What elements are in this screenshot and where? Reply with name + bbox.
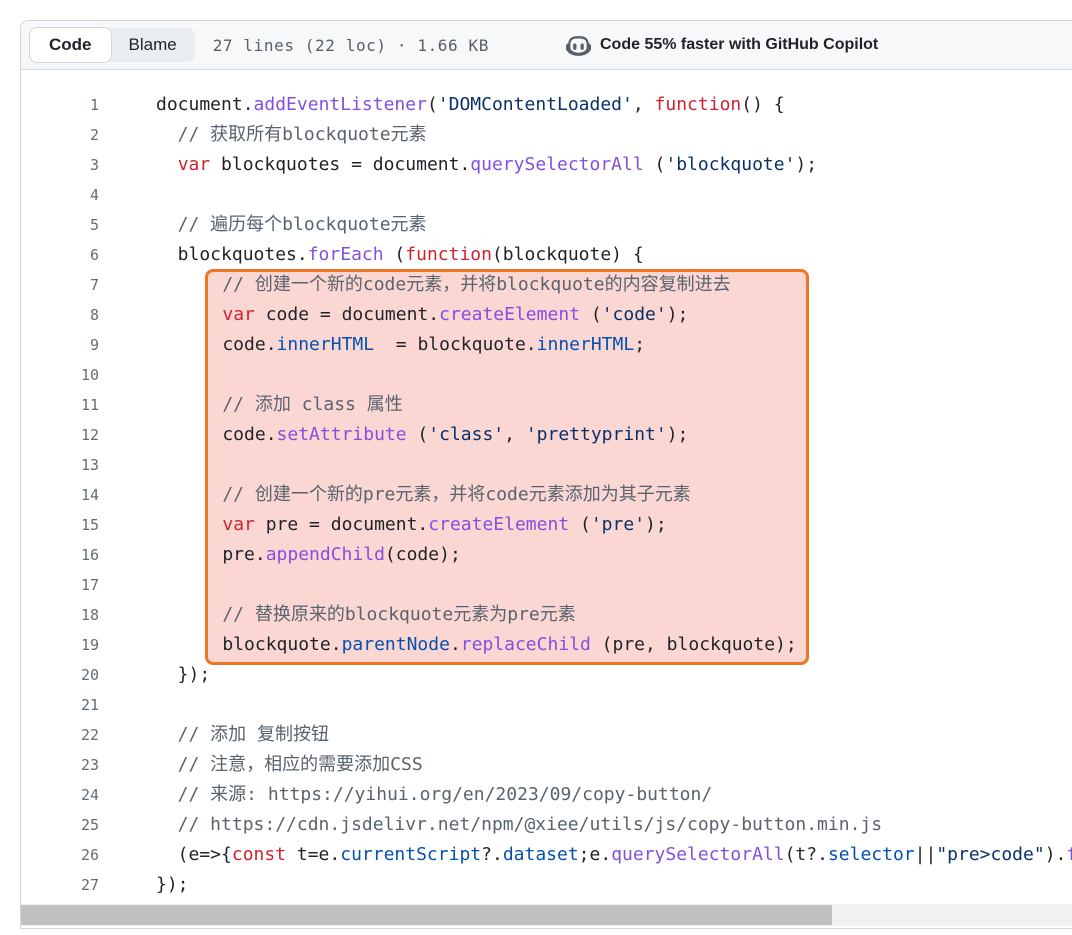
- code-text: var code = document.createElement ('code…: [99, 300, 688, 330]
- code-text: code.setAttribute ('class', 'prettyprint…: [99, 420, 688, 450]
- file-stats: 27 lines (22 loc) · 1.66 KB: [213, 36, 489, 55]
- copilot-banner[interactable]: Code 55% faster with GitHub Copilot: [566, 21, 878, 69]
- code-text: blockquote.parentNode.replaceChild (pre,…: [99, 630, 797, 660]
- code-text: // https://cdn.jsdelivr.net/npm/@xiee/ut…: [99, 810, 882, 840]
- line-number[interactable]: 2: [21, 120, 99, 150]
- code-line: 20 });: [21, 660, 1072, 690]
- code-lines: 1document.addEventListener('DOMContentLo…: [21, 70, 1072, 900]
- code-text: [99, 180, 156, 210]
- line-number[interactable]: 18: [21, 600, 99, 630]
- line-number[interactable]: 23: [21, 750, 99, 780]
- code-line: 4: [21, 180, 1072, 210]
- code-text: // 添加 复制按钮: [99, 720, 329, 750]
- tab-code[interactable]: Code: [29, 27, 112, 63]
- scrollbar-thumb[interactable]: [21, 905, 832, 925]
- code-text: });: [99, 870, 189, 900]
- tab-blame[interactable]: Blame: [111, 28, 195, 62]
- line-number[interactable]: 9: [21, 330, 99, 360]
- code-text: // 注意，相应的需要添加CSS: [99, 750, 423, 780]
- code-line: 21: [21, 690, 1072, 720]
- code-text: (e=>{const t=e.currentScript?.dataset;e.…: [99, 840, 1072, 870]
- code-text: code.innerHTML = blockquote.innerHTML;: [99, 330, 645, 360]
- code-line: 2 // 获取所有blockquote元素: [21, 120, 1072, 150]
- code-line: 15 var pre = document.createElement ('pr…: [21, 510, 1072, 540]
- code-blame-switcher: Code Blame: [30, 28, 195, 62]
- code-text: [99, 450, 179, 480]
- code-text: blockquotes.forEach (function(blockquote…: [99, 240, 644, 270]
- line-number[interactable]: 6: [21, 240, 99, 270]
- code-line: 25 // https://cdn.jsdelivr.net/npm/@xiee…: [21, 810, 1072, 840]
- line-number[interactable]: 15: [21, 510, 99, 540]
- line-number[interactable]: 25: [21, 810, 99, 840]
- code-line: 22 // 添加 复制按钮: [21, 720, 1072, 750]
- code-text: // 获取所有blockquote元素: [99, 120, 427, 150]
- code-line: 7 // 创建一个新的code元素，并将blockquote的内容复制进去: [21, 270, 1072, 300]
- code-text: // 创建一个新的code元素，并将blockquote的内容复制进去: [99, 270, 731, 300]
- code-text: var pre = document.createElement ('pre')…: [99, 510, 667, 540]
- line-number[interactable]: 12: [21, 420, 99, 450]
- line-number[interactable]: 14: [21, 480, 99, 510]
- code-line: 27});: [21, 870, 1072, 900]
- code-line: 16 pre.appendChild(code);: [21, 540, 1072, 570]
- line-number[interactable]: 10: [21, 360, 99, 390]
- code-text: [99, 690, 156, 720]
- horizontal-scrollbar[interactable]: [21, 904, 1072, 926]
- line-number[interactable]: 11: [21, 390, 99, 420]
- line-number[interactable]: 7: [21, 270, 99, 300]
- code-text: // 遍历每个blockquote元素: [99, 210, 427, 240]
- code-line: 24 // 来源: https://yihui.org/en/2023/09/c…: [21, 780, 1072, 810]
- code-text: [99, 360, 179, 390]
- line-number[interactable]: 22: [21, 720, 99, 750]
- blob-header: Code Blame 27 lines (22 loc) · 1.66 KB C…: [21, 21, 1072, 70]
- code-line: 11 // 添加 class 属性: [21, 390, 1072, 420]
- copilot-icon: [566, 33, 591, 58]
- line-number[interactable]: 13: [21, 450, 99, 480]
- code-line: 19 blockquote.parentNode.replaceChild (p…: [21, 630, 1072, 660]
- code-text: // 来源: https://yihui.org/en/2023/09/copy…: [99, 780, 712, 810]
- line-number[interactable]: 16: [21, 540, 99, 570]
- code-text: // 创建一个新的pre元素，并将code元素添加为其子元素: [99, 480, 691, 510]
- code-line: 9 code.innerHTML = blockquote.innerHTML;: [21, 330, 1072, 360]
- code-area: 1document.addEventListener('DOMContentLo…: [21, 70, 1072, 928]
- code-text: document.addEventListener('DOMContentLoa…: [99, 90, 785, 120]
- page: { "header": { "tabs": [ {"label": "Code"…: [0, 0, 1072, 935]
- line-number[interactable]: 27: [21, 870, 99, 900]
- code-line: 26 (e=>{const t=e.currentScript?.dataset…: [21, 840, 1072, 870]
- code-line: 3 var blockquotes = document.querySelect…: [21, 150, 1072, 180]
- copilot-banner-label: Code 55% faster with GitHub Copilot: [600, 36, 878, 54]
- file-view-card: Code Blame 27 lines (22 loc) · 1.66 KB C…: [20, 20, 1072, 929]
- code-line: 5 // 遍历每个blockquote元素: [21, 210, 1072, 240]
- code-line: 17: [21, 570, 1072, 600]
- line-number[interactable]: 24: [21, 780, 99, 810]
- line-number[interactable]: 21: [21, 690, 99, 720]
- line-number[interactable]: 1: [21, 90, 99, 120]
- line-number[interactable]: 3: [21, 150, 99, 180]
- code-text: // 添加 class 属性: [99, 390, 403, 420]
- line-number[interactable]: 26: [21, 840, 99, 870]
- line-number[interactable]: 4: [21, 180, 99, 210]
- line-number[interactable]: 5: [21, 210, 99, 240]
- code-line: 10: [21, 360, 1072, 390]
- code-line: 23 // 注意，相应的需要添加CSS: [21, 750, 1072, 780]
- code-line: 18 // 替换原来的blockquote元素为pre元素: [21, 600, 1072, 630]
- code-text: });: [99, 660, 210, 690]
- code-line: 6 blockquotes.forEach (function(blockquo…: [21, 240, 1072, 270]
- line-number[interactable]: 8: [21, 300, 99, 330]
- code-line: 12 code.setAttribute ('class', 'prettypr…: [21, 420, 1072, 450]
- code-text: // 替换原来的blockquote元素为pre元素: [99, 600, 576, 630]
- code-line: 8 var code = document.createElement ('co…: [21, 300, 1072, 330]
- code-text: [99, 570, 179, 600]
- line-number[interactable]: 20: [21, 660, 99, 690]
- code-line: 13: [21, 450, 1072, 480]
- code-text: pre.appendChild(code);: [99, 540, 461, 570]
- line-number[interactable]: 17: [21, 570, 99, 600]
- code-line: 14 // 创建一个新的pre元素，并将code元素添加为其子元素: [21, 480, 1072, 510]
- line-number[interactable]: 19: [21, 630, 99, 660]
- code-line: 1document.addEventListener('DOMContentLo…: [21, 90, 1072, 120]
- code-text: var blockquotes = document.querySelector…: [99, 150, 817, 180]
